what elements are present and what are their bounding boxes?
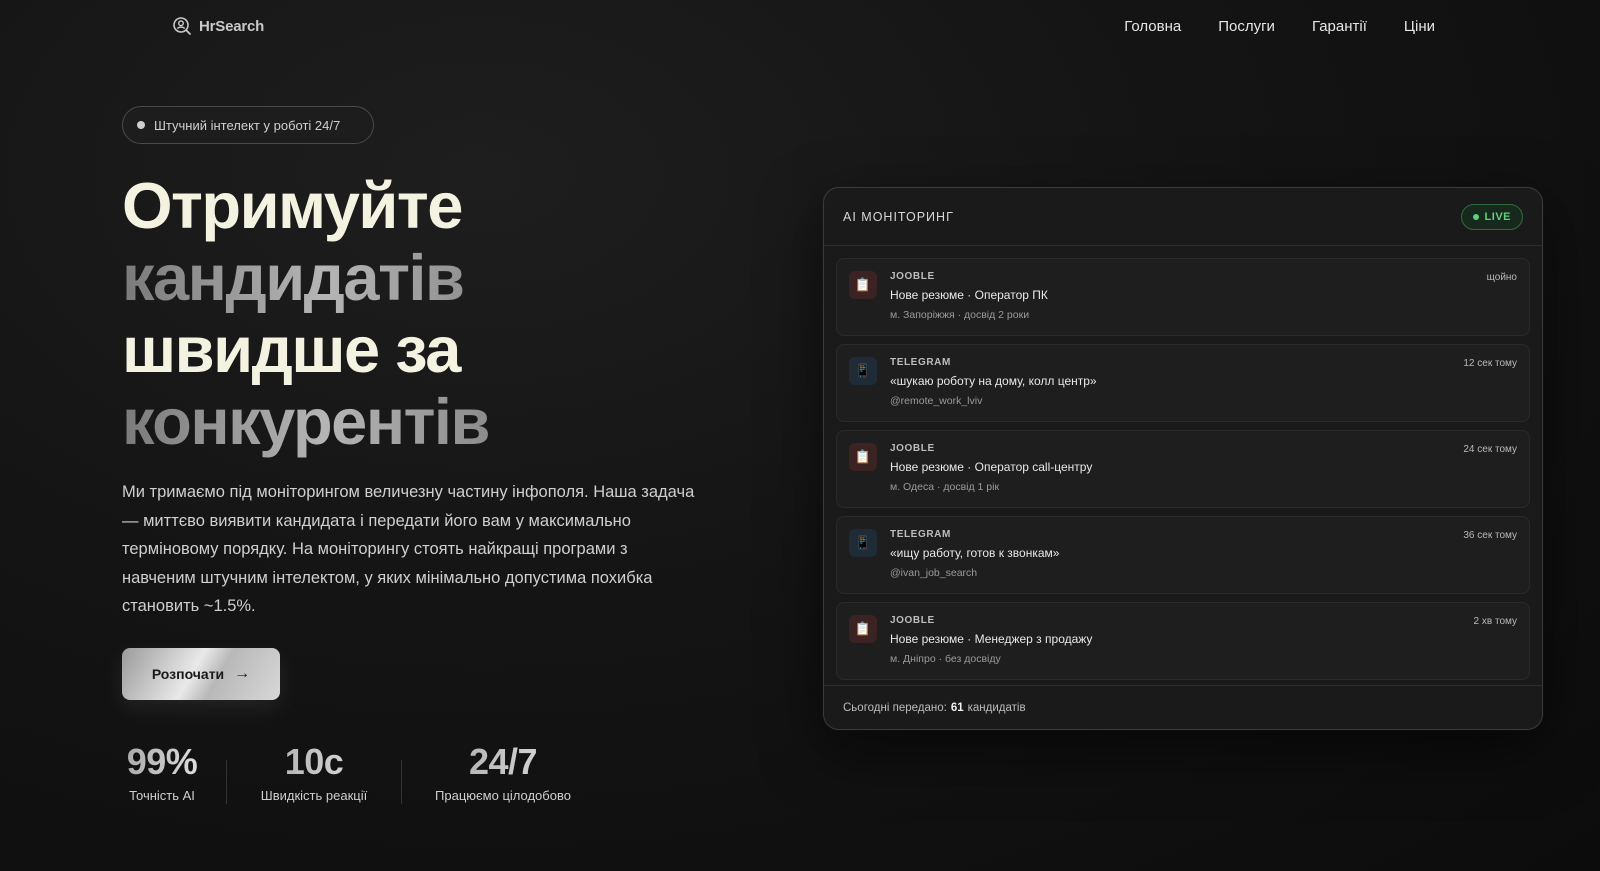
- search-person-icon: [173, 17, 191, 35]
- candidates-count: 61: [950, 701, 964, 714]
- item-title: Нове резюме · Оператор call-центру: [890, 460, 1093, 474]
- item-meta: м. Запоріжжя · досвід 2 роки: [890, 309, 1030, 321]
- live-badge: LIVE: [1460, 203, 1523, 230]
- arrow-right-icon: →: [234, 665, 251, 682]
- headline-line-2: кандидатів: [122, 242, 489, 314]
- stat-divider: [226, 760, 227, 804]
- badge-dot-icon: [137, 121, 145, 129]
- item-time: 36 сек тому: [1463, 530, 1517, 541]
- headline-line-3: швидше за: [122, 313, 461, 386]
- feed-item[interactable]: 📋 JOOBLE 2 хв тому Нове резюме · Менедже…: [836, 602, 1530, 680]
- item-source: JOOBLE: [890, 271, 935, 282]
- stat-accuracy: 99% Точність AI: [122, 742, 202, 804]
- item-time: щойно: [1486, 272, 1517, 283]
- hero-description: Ми тримаємо під моніторингом величезну ч…: [122, 483, 695, 615]
- stats-row: 99% Точність AI 10с Швидкість реакції 24…: [122, 742, 576, 804]
- stat-label: Працюємо цілодобово: [435, 788, 571, 803]
- hero-headline: Отримуйте кандидатів швидше за конкурент…: [122, 169, 490, 458]
- stat-value: 99%: [122, 742, 202, 782]
- headline-line-4: конкурентів: [122, 385, 490, 458]
- feed-item[interactable]: 📋 JOOBLE 24 сек тому Нове резюме · Опера…: [836, 430, 1530, 508]
- stat-value: 10с: [255, 742, 373, 782]
- item-title: «ищу работу, готов к звонкам»: [890, 546, 1060, 560]
- clipboard-icon: 📋: [849, 271, 877, 299]
- logo[interactable]: HrSearch: [172, 16, 264, 36]
- clipboard-icon: 📋: [849, 615, 877, 643]
- footer-prefix: Сьогодні передано:: [843, 701, 947, 714]
- item-meta: м. Одеса · досвід 1 рік: [890, 481, 1000, 493]
- item-title: «шукаю роботу на дому, колл центр»: [890, 374, 1097, 388]
- item-source: JOOBLE: [890, 615, 935, 626]
- stat-speed: 10с Швидкість реакції: [255, 742, 373, 804]
- phone-icon: 📱: [849, 357, 877, 385]
- start-button[interactable]: Розпочати →: [122, 648, 280, 700]
- stat-label: Швидкість реакції: [260, 788, 368, 803]
- item-title: Нове резюме · Оператор ПК: [890, 288, 1048, 302]
- live-label: LIVE: [1484, 210, 1511, 223]
- item-meta: @remote_work_lviv: [890, 395, 983, 407]
- item-meta: @ivan_job_search: [890, 567, 978, 579]
- nav-item-services[interactable]: Послуги: [1218, 18, 1275, 35]
- item-time: 2 хв тому: [1473, 616, 1517, 627]
- item-title: Нове резюме · Менеджер з продажу: [890, 632, 1093, 646]
- nav-item-prices[interactable]: Ціни: [1404, 18, 1435, 35]
- main-nav: Головна Послуги Гарантії Ціни: [1124, 18, 1435, 35]
- stat-label: Точність AI: [129, 788, 195, 803]
- item-source: JOOBLE: [890, 443, 935, 454]
- nav-item-home[interactable]: Головна: [1124, 18, 1181, 35]
- panel-footer: Сьогодні передано: 61 кандидатів: [824, 685, 1542, 729]
- item-meta: м. Дніпро · без досвіду: [890, 653, 1001, 665]
- feed-item[interactable]: 📱 TELEGRAM 12 сек тому «шукаю роботу на …: [836, 344, 1530, 422]
- ai-badge: Штучний інтелект у роботі 24/7: [122, 106, 374, 144]
- item-time: 12 сек тому: [1463, 358, 1517, 369]
- phone-icon: 📱: [849, 529, 877, 557]
- headline-line-1: Отримуйте: [122, 169, 463, 242]
- item-time: 24 сек тому: [1463, 444, 1517, 455]
- panel-title: AI МОНІТОРИНГ: [843, 209, 954, 224]
- panel-header: AI МОНІТОРИНГ LIVE: [824, 188, 1542, 246]
- live-dot-icon: [1472, 213, 1479, 220]
- ai-monitoring-panel: AI МОНІТОРИНГ LIVE 📋 JOOBLE щойно Нове р…: [823, 187, 1543, 730]
- footer-suffix: кандидатів: [967, 701, 1026, 714]
- stat-availability: 24/7 Працюємо цілодобово: [430, 742, 576, 804]
- candidate-feed: 📋 JOOBLE щойно Нове резюме · Оператор ПК…: [824, 246, 1542, 680]
- stat-value: 24/7: [430, 742, 576, 782]
- logo-text: HrSearch: [199, 17, 265, 35]
- start-button-label: Розпочати: [151, 666, 225, 682]
- stat-divider: [401, 760, 402, 804]
- feed-item[interactable]: 📋 JOOBLE щойно Нове резюме · Оператор ПК…: [836, 258, 1530, 336]
- item-source: TELEGRAM: [890, 357, 951, 368]
- item-source: TELEGRAM: [890, 529, 951, 540]
- clipboard-icon: 📋: [849, 443, 877, 471]
- feed-item[interactable]: 📱 TELEGRAM 36 сек тому «ищу работу, гото…: [836, 516, 1530, 594]
- nav-item-guarantees[interactable]: Гарантії: [1312, 18, 1367, 35]
- badge-text: Штучний інтелект у роботі 24/7: [154, 117, 341, 133]
